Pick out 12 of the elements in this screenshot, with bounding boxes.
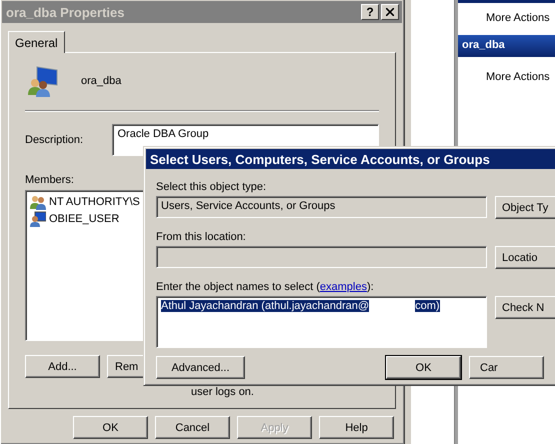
selected-text: Athul Jayachandran (athul.jayachandran@ com) [161, 300, 440, 312]
actions-header: ora_dba [458, 35, 555, 57]
object-names-label-end: ): [366, 281, 374, 293]
object-type-label: Select this object type: [156, 180, 266, 193]
object-names-label: Enter the object names to select ( [156, 281, 320, 293]
group-name: ora_dba [81, 75, 122, 88]
members-label: Members: [25, 172, 74, 186]
note-text: user logs on. [191, 386, 254, 398]
window-title: ora_dba Properties [6, 4, 124, 20]
description-label: Description: [25, 132, 84, 146]
object-type-field: Users, Service Accounts, or Groups [156, 196, 487, 218]
location-label: From this location: [156, 230, 246, 243]
